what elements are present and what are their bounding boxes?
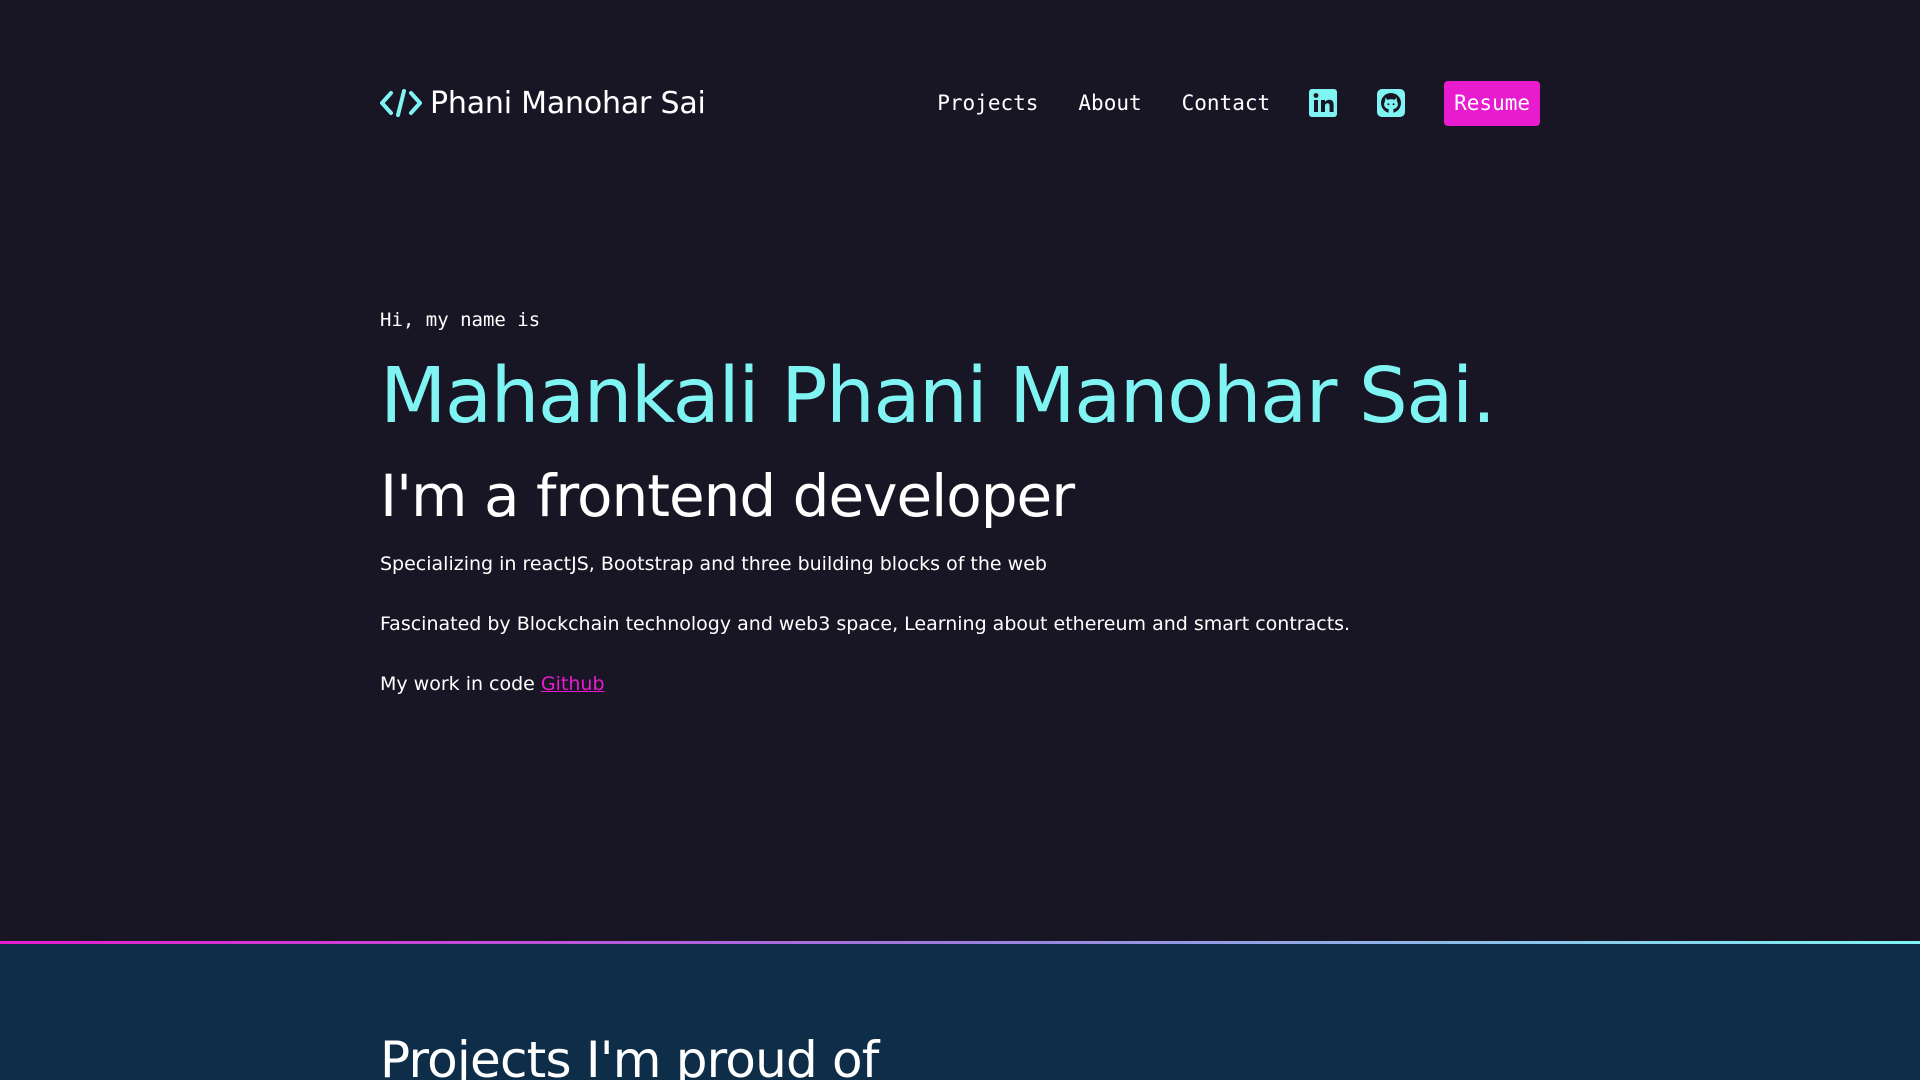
hero-greeting: Hi, my name is [380, 309, 541, 331]
nav-link-projects[interactable]: Projects [937, 91, 1038, 115]
brand-name: Phani Manohar Sai [430, 85, 706, 121]
brand-logo-link[interactable]: Phani Manohar Sai [380, 80, 706, 126]
hero-section: Hi, my name is Mahankali Phani Manohar S… [380, 300, 1540, 698]
hero-name: Mahankali Phani Manohar Sai. [380, 352, 1496, 441]
main-nav: Projects About Contact Resume [937, 80, 1540, 126]
nav-link-contact[interactable]: Contact [1182, 91, 1271, 115]
github-link[interactable]: Github [541, 673, 605, 695]
code-brackets-icon [380, 89, 422, 117]
resume-button[interactable]: Resume [1444, 80, 1540, 126]
linkedin-icon[interactable] [1308, 88, 1338, 118]
hero-role: I'm a frontend developer [380, 462, 1075, 530]
site-header: Phani Manohar Sai Projects About Contact… [380, 80, 1540, 126]
projects-section: Projects I'm proud of [0, 944, 1920, 1080]
hero-interests: Fascinated by Blockchain technology and … [380, 613, 1351, 635]
hero-work-prefix: My work in code [380, 673, 541, 695]
hero-work-line: My work in code Github [380, 670, 1540, 698]
github-icon[interactable] [1376, 88, 1406, 118]
hero-specialization: Specializing in reactJS, Bootstrap and t… [380, 553, 1047, 575]
portfolio-page: Phani Manohar Sai Projects About Contact… [0, 0, 1920, 1080]
projects-title: Projects I'm proud of [380, 1031, 879, 1080]
nav-link-about[interactable]: About [1078, 91, 1141, 115]
